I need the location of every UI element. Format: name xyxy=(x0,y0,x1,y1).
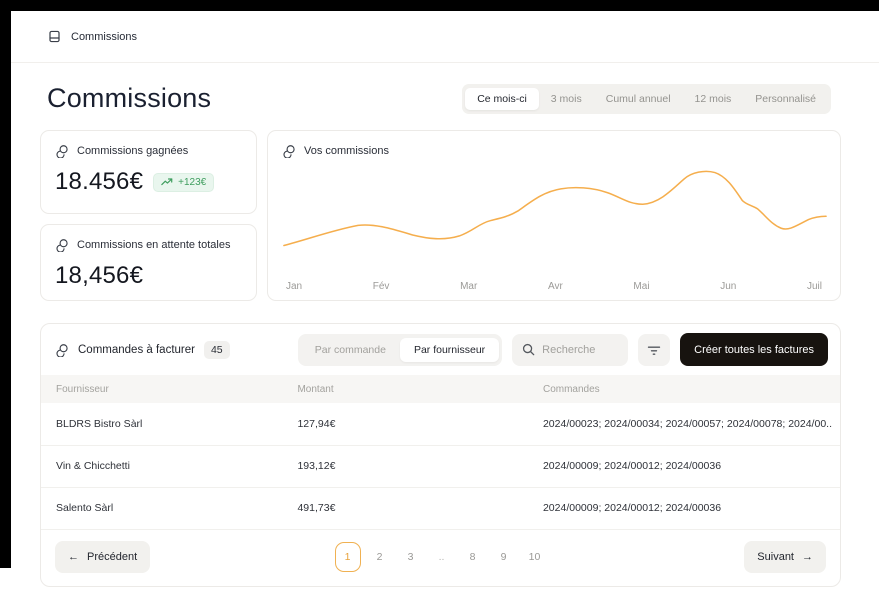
card-label-row: Commissions gagnées xyxy=(55,144,242,158)
chart-title: Vos commissions xyxy=(304,145,389,157)
page-number-10[interactable]: 10 xyxy=(523,542,547,572)
chart-x-axis-labels: Jan Fév Mar Avr Mai Jun Juil xyxy=(282,279,828,292)
arrow-right-icon: → xyxy=(802,551,813,563)
breadcrumb-label: Commissions xyxy=(71,31,137,43)
page-number-8[interactable]: 8 xyxy=(461,542,485,572)
stat-value-row: 18.456€ +123€ xyxy=(55,168,242,196)
x-label: Jun xyxy=(720,281,736,292)
page-number-9[interactable]: 9 xyxy=(492,542,516,572)
card-commissions-attente: Commissions en attente totales 18,456€ xyxy=(40,224,257,301)
tab-12-mois[interactable]: 12 mois xyxy=(683,88,744,110)
stat-column: Commissions gagnées 18.456€ +123€ xyxy=(40,130,257,301)
cell-fournisseur: BLDRS Bistro Sàrl xyxy=(41,403,297,445)
page-number-1[interactable]: 1 xyxy=(335,542,361,572)
table-row[interactable]: Vin & Chicchetti 193,12€ 2024/00009; 202… xyxy=(41,445,840,487)
stat-value: 18.456€ xyxy=(55,168,143,196)
previous-page-button[interactable]: ← Précédent xyxy=(55,541,150,573)
x-label: Juil xyxy=(807,281,822,292)
coins-icon xyxy=(55,144,69,158)
toggle-par-commande[interactable]: Par commande xyxy=(301,338,400,362)
filter-icon xyxy=(647,344,661,356)
search-icon xyxy=(522,343,535,356)
app-page: Commissions Commissions Ce mois-ci 3 moi… xyxy=(11,11,879,606)
page-title: Commissions xyxy=(47,83,211,114)
coins-icon xyxy=(282,144,296,158)
group-by-toggle: Par commande Par fournisseur xyxy=(298,334,502,366)
cell-commandes: 2024/00009; 2024/00012; 2024/00036 xyxy=(543,487,840,529)
dashboard-row: Commissions gagnées 18.456€ +123€ xyxy=(40,130,841,301)
column-header-fournisseur[interactable]: Fournisseur xyxy=(41,375,297,403)
cell-montant: 491,73€ xyxy=(297,487,543,529)
coins-icon xyxy=(55,238,69,252)
card-vos-commissions: Vos commissions Jan Fév Mar Avr Mai Jun … xyxy=(267,130,841,301)
cell-commandes: 2024/00009; 2024/00012; 2024/00036 xyxy=(543,445,840,487)
breadcrumb[interactable]: Commissions xyxy=(47,29,137,44)
trend-badge-value: +123€ xyxy=(178,177,206,188)
search-input[interactable] xyxy=(542,344,622,356)
screenshot-canvas: Commissions Commissions Ce mois-ci 3 moi… xyxy=(0,0,879,606)
page-number-2[interactable]: 2 xyxy=(368,542,392,572)
cell-fournisseur: Vin & Chicchetti xyxy=(41,445,297,487)
coins-icon xyxy=(55,343,69,357)
next-page-button[interactable]: Suivant → xyxy=(744,541,826,573)
arrow-left-icon: ← xyxy=(68,551,79,563)
x-label: Avr xyxy=(548,281,563,292)
frame-edge-left xyxy=(0,0,11,568)
stat-label: Commissions en attente totales xyxy=(77,239,230,251)
tab-cumul-annuel[interactable]: Cumul annuel xyxy=(594,88,683,110)
page-ellipsis: .. xyxy=(430,542,454,572)
column-header-commandes[interactable]: Commandes xyxy=(543,375,840,403)
previous-label: Précédent xyxy=(87,551,137,563)
orders-card-header: Commandes à facturer 45 Par commande Par… xyxy=(41,324,840,375)
cell-commandes: 2024/00023; 2024/00034; 2024/00057; 2024… xyxy=(543,403,840,445)
table-row[interactable]: Salento Sàrl 491,73€ 2024/00009; 2024/00… xyxy=(41,487,840,529)
orders-toolbar: Par commande Par fournisseur xyxy=(298,333,828,366)
commissions-line-chart xyxy=(282,162,828,279)
toggle-par-fournisseur[interactable]: Par fournisseur xyxy=(400,338,499,362)
search-box[interactable] xyxy=(512,334,628,366)
trend-badge: +123€ xyxy=(153,173,214,192)
cell-fournisseur: Salento Sàrl xyxy=(41,487,297,529)
stat-value-row: 18,456€ xyxy=(55,262,242,290)
cell-montant: 193,12€ xyxy=(297,445,543,487)
orders-table: Fournisseur Montant Commandes BLDRS Bist… xyxy=(41,375,840,529)
period-tabs: Ce mois-ci 3 mois Cumul annuel 12 mois P… xyxy=(462,84,831,114)
chart-title-row: Vos commissions xyxy=(282,144,828,158)
card-label-row: Commissions en attente totales xyxy=(55,238,242,252)
create-all-invoices-button[interactable]: Créer toutes les factures xyxy=(680,333,828,366)
orders-count-badge: 45 xyxy=(204,341,230,359)
cell-montant: 127,94€ xyxy=(297,403,543,445)
page-header: Commissions Ce mois-ci 3 mois Cumul annu… xyxy=(11,63,879,114)
orders-card: Commandes à facturer 45 Par commande Par… xyxy=(40,323,841,587)
card-commissions-gagnees: Commissions gagnées 18.456€ +123€ xyxy=(40,130,257,214)
x-label: Mai xyxy=(633,281,649,292)
line-chart-svg xyxy=(282,162,828,258)
x-label: Mar xyxy=(460,281,477,292)
frame-edge-top xyxy=(0,0,879,11)
tab-personnalise[interactable]: Personnalisé xyxy=(743,88,828,110)
top-navigation-bar: Commissions xyxy=(11,11,879,63)
next-label: Suivant xyxy=(757,551,794,563)
table-row[interactable]: BLDRS Bistro Sàrl 127,94€ 2024/00023; 20… xyxy=(41,403,840,445)
pagination-bar: ← Précédent 1 2 3 .. 8 9 10 Suivant → xyxy=(41,529,840,586)
panel-icon xyxy=(47,29,62,44)
x-label: Fév xyxy=(373,281,390,292)
x-label: Jan xyxy=(286,281,302,292)
stat-label: Commissions gagnées xyxy=(77,145,188,157)
trending-up-icon xyxy=(161,177,173,187)
tab-ce-mois-ci[interactable]: Ce mois-ci xyxy=(465,88,539,110)
page-number-list: 1 2 3 .. 8 9 10 xyxy=(335,542,547,572)
orders-table-header: Fournisseur Montant Commandes xyxy=(41,375,840,403)
orders-title: Commandes à facturer xyxy=(78,344,195,356)
stat-value: 18,456€ xyxy=(55,262,143,290)
page-number-3[interactable]: 3 xyxy=(399,542,423,572)
orders-title-group: Commandes à facturer 45 xyxy=(55,341,230,359)
column-header-montant[interactable]: Montant xyxy=(297,375,543,403)
filter-button[interactable] xyxy=(638,334,670,366)
tab-3-mois[interactable]: 3 mois xyxy=(539,88,594,110)
